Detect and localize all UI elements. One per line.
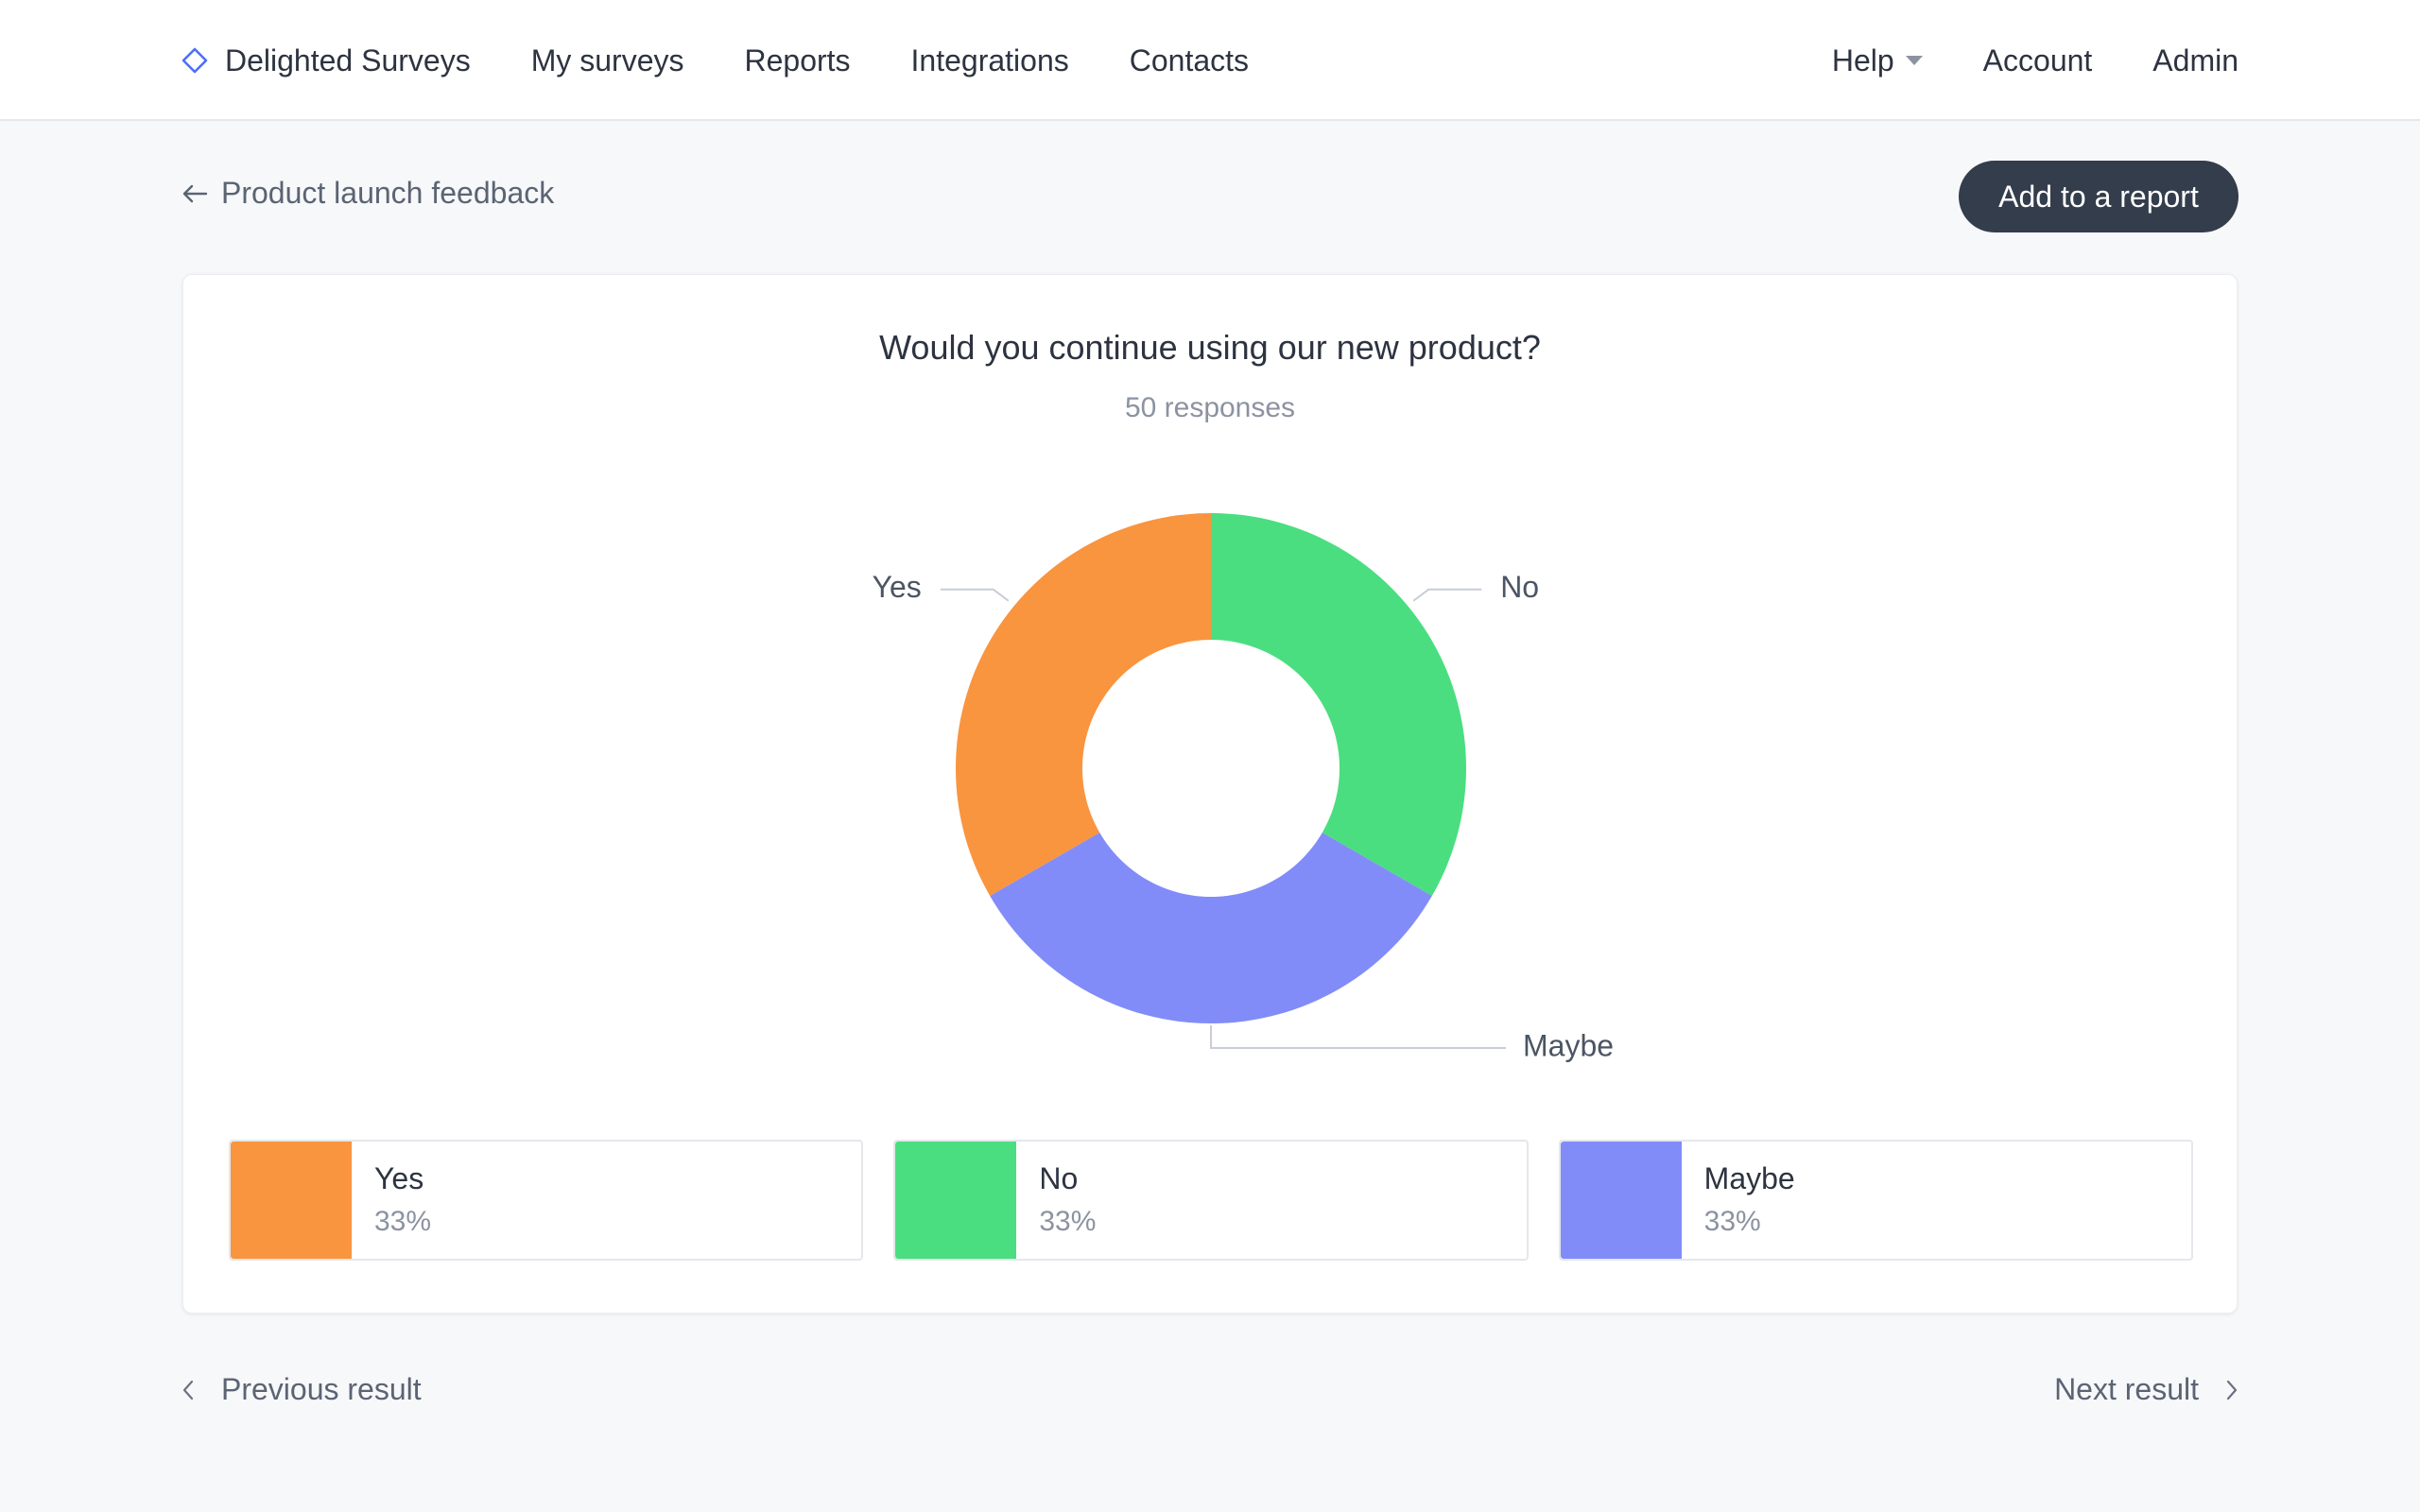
chevron-left-icon <box>182 1380 194 1400</box>
previous-result-label: Previous result <box>221 1372 422 1406</box>
legend-percent: 33% <box>1703 1206 1761 1237</box>
legend-item-maybe[interactable]: Maybe 33% <box>1558 1140 2193 1261</box>
leader-line-yes <box>940 588 1010 602</box>
previous-result-link[interactable]: Previous result <box>182 1372 422 1407</box>
legend-item-yes[interactable]: Yes 33% <box>229 1140 864 1261</box>
nav-right: Help Account Admin <box>1772 0 2238 121</box>
legend: Yes 33% No 33% Maybe 33% <box>229 1140 2193 1261</box>
brand-link[interactable]: Delighted Surveys <box>182 43 471 78</box>
next-result-label: Next result <box>2054 1372 2199 1406</box>
leader-line-no <box>1412 588 1482 602</box>
donut-slices <box>956 513 1467 1024</box>
nav-integrations[interactable]: Integrations <box>911 43 1069 78</box>
legend-label: Yes <box>374 1161 424 1195</box>
nav-reports[interactable]: Reports <box>744 43 850 78</box>
donut-slice-yes[interactable] <box>956 513 1211 896</box>
nav-account[interactable]: Account <box>1983 43 2093 78</box>
help-label: Help <box>1831 43 1894 77</box>
legend-text: No 33% <box>1016 1142 1096 1259</box>
donut-chart: Yes No Maybe <box>873 513 1614 1062</box>
legend-swatch <box>895 1142 1017 1259</box>
legend-item-no[interactable]: No 33% <box>893 1140 1529 1261</box>
legend-text: Yes 33% <box>352 1142 431 1259</box>
nav-admin[interactable]: Admin <box>2152 43 2238 78</box>
nav-contacts[interactable]: Contacts <box>1130 43 1249 78</box>
back-to-survey-link[interactable]: Product launch feedback <box>182 176 554 211</box>
result-card: Would you continue using our new product… <box>182 274 2238 1314</box>
help-menu[interactable]: Help <box>1832 43 1923 78</box>
chevron-right-icon <box>2226 1380 2238 1400</box>
donut-slice-maybe[interactable] <box>990 833 1432 1024</box>
legend-text: Maybe 33% <box>1682 1142 1795 1259</box>
legend-label: No <box>1039 1161 1079 1195</box>
nav-my-surveys[interactable]: My surveys <box>531 43 684 78</box>
legend-label: Maybe <box>1703 1161 1795 1195</box>
leader-line-maybe <box>1210 1025 1506 1049</box>
donut-slice-no[interactable] <box>1211 513 1467 896</box>
arrow-left-icon <box>182 184 208 202</box>
donut-label-maybe: Maybe <box>1523 1028 1614 1062</box>
donut-label-yes: Yes <box>873 570 922 604</box>
next-result-link[interactable]: Next result <box>2054 1372 2238 1407</box>
legend-percent: 33% <box>1039 1206 1097 1237</box>
legend-swatch <box>231 1142 352 1259</box>
donut-label-no: No <box>1500 570 1539 604</box>
top-nav: Delighted Surveys My surveys Reports Int… <box>0 0 2420 121</box>
nav-left: Delighted Surveys My surveys Reports Int… <box>182 0 1309 121</box>
add-to-report-button[interactable]: Add to a report <box>1959 161 2238 232</box>
legend-swatch <box>1560 1142 1682 1259</box>
chevron-down-icon <box>1905 56 1923 65</box>
diamond-logo-icon <box>182 47 208 74</box>
brand-name: Delighted Surveys <box>225 43 471 77</box>
legend-percent: 33% <box>374 1206 432 1237</box>
back-link-label: Product launch feedback <box>221 176 555 210</box>
